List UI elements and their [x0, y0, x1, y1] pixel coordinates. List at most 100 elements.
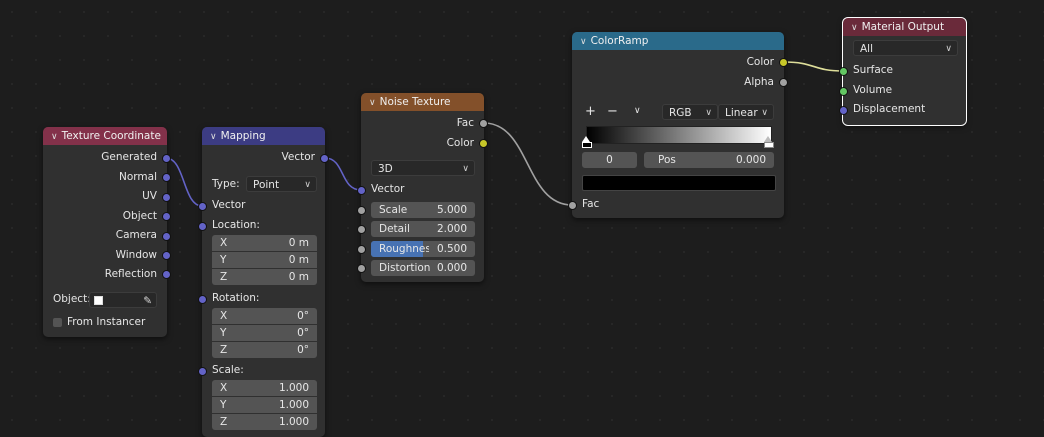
material-output-node[interactable]: ∨ Material Output All ∨ Surface Volume Di…: [839, 17, 967, 126]
detail-field[interactable]: Detail 2.000: [371, 221, 475, 237]
eyedropper-icon[interactable]: ✎: [143, 293, 152, 307]
collapse-chevron-icon[interactable]: ∨: [580, 33, 587, 51]
output-normal: Normal: [119, 171, 157, 183]
color-ramp-node[interactable]: ∨ ColorRamp Color Alpha + − ∨ RGB ∨ Linea…: [568, 32, 788, 218]
link-generated-to-mapping-vector[interactable]: [165, 157, 203, 207]
socket-roughness[interactable]: [357, 245, 366, 254]
type-label: Type:: [212, 178, 240, 190]
socket-ramp-color[interactable]: [779, 58, 788, 67]
chevron-down-icon: ∨: [945, 44, 952, 54]
socket-mapping-vector-in[interactable]: [198, 202, 207, 211]
output-vector: Vector: [281, 151, 315, 163]
noise-texture-header[interactable]: ∨ Noise Texture: [361, 93, 484, 111]
output-fac: Fac: [456, 117, 474, 129]
color-mode-dropdown[interactable]: RGB ∨: [662, 104, 718, 120]
link-mapping-to-noise-vector[interactable]: [324, 157, 362, 191]
output-uv: UV: [142, 190, 157, 202]
node-title: Material Output: [861, 21, 945, 33]
socket-ramp-alpha[interactable]: [779, 78, 788, 87]
collapse-chevron-icon[interactable]: ∨: [369, 94, 376, 112]
distortion-field[interactable]: Distortion 0.000: [371, 260, 475, 276]
output-generated: Generated: [101, 151, 157, 163]
color-ramp-gradient[interactable]: [586, 126, 772, 144]
socket-object[interactable]: [162, 212, 171, 221]
object-label: Object:: [53, 293, 91, 305]
from-instancer-checkbox[interactable]: [53, 318, 62, 327]
displacement-input-label: Displacement: [853, 103, 926, 115]
location-label: Location:: [212, 219, 260, 231]
link-colorramp-color-to-surface[interactable]: [783, 61, 844, 72]
socket-detail[interactable]: [357, 225, 366, 234]
dimension-dropdown[interactable]: 3D ∨: [371, 160, 475, 176]
type-dropdown[interactable]: Point ∨: [246, 176, 317, 192]
scale-z-field[interactable]: Z 1.000: [212, 414, 317, 430]
roughness-slider[interactable]: Roughness0.500: [371, 241, 475, 257]
location-z-field[interactable]: Z0 m: [212, 269, 317, 285]
output-camera: Camera: [115, 229, 157, 241]
active-stop-index-field[interactable]: 0: [582, 152, 637, 168]
noise-texture-node[interactable]: ∨ Noise Texture Fac Color 3D ∨ Vector Sca…: [357, 93, 488, 282]
socket-volume[interactable]: [839, 87, 848, 96]
vector-input-label: Vector: [212, 199, 246, 211]
location-y-field[interactable]: Y0 m: [212, 252, 317, 268]
rotation-z-field[interactable]: Z 0°: [212, 342, 317, 358]
collapse-chevron-icon[interactable]: ∨: [851, 19, 858, 37]
from-instancer-label: From Instancer: [67, 316, 146, 328]
socket-uv[interactable]: [162, 193, 171, 202]
color-ramp-header[interactable]: ∨ ColorRamp: [572, 32, 784, 50]
socket-noise-color[interactable]: [479, 139, 488, 148]
output-object: Object: [122, 210, 157, 222]
socket-noise-vector-in[interactable]: [357, 186, 366, 195]
chevron-down-icon: ∨: [705, 108, 712, 118]
texture-coordinate-node[interactable]: ∨ Texture Coordinate Generated Normal UV …: [43, 127, 171, 337]
socket-ramp-fac-in[interactable]: [568, 201, 577, 210]
rotation-y-field[interactable]: Y 0°: [212, 325, 317, 341]
socket-camera[interactable]: [162, 232, 171, 241]
scale-field[interactable]: Scale 5.000: [371, 202, 475, 218]
material-output-header[interactable]: ∨ Material Output: [843, 18, 966, 36]
scale-y-field[interactable]: Y 1.000: [212, 397, 317, 413]
socket-reflection[interactable]: [162, 270, 171, 279]
output-alpha: Alpha: [744, 76, 774, 88]
location-x-field[interactable]: X0 m: [212, 235, 317, 251]
rotation-label: Rotation:: [212, 292, 260, 304]
socket-mapping-vector-out[interactable]: [320, 154, 329, 163]
texture-coordinate-header[interactable]: ∨ Texture Coordinate: [43, 127, 167, 145]
output-reflection: Reflection: [104, 268, 157, 280]
socket-distortion[interactable]: [357, 264, 366, 273]
socket-displacement[interactable]: [839, 106, 848, 115]
surface-input-label: Surface: [853, 64, 894, 76]
ramp-menu-chevron-icon[interactable]: ∨: [634, 106, 641, 116]
link-noise-fac-to-colorramp-fac[interactable]: [483, 122, 573, 206]
chevron-down-icon: ∨: [761, 108, 768, 118]
collapse-chevron-icon[interactable]: ∨: [210, 128, 217, 146]
add-stop-button[interactable]: +: [585, 104, 596, 119]
vector-input-label: Vector: [371, 183, 405, 195]
remove-stop-button[interactable]: −: [607, 104, 618, 119]
ramp-stop-black-swatch: [582, 142, 592, 148]
socket-surface[interactable]: [839, 67, 848, 76]
rotation-x-field[interactable]: X 0°: [212, 308, 317, 324]
socket-location[interactable]: [198, 222, 207, 231]
chevron-down-icon: ∨: [462, 164, 469, 174]
mapping-node[interactable]: ∨ Mapping Vector Type: Point ∨ Vector Loc…: [198, 127, 329, 437]
interpolation-dropdown[interactable]: Linear ∨: [718, 104, 774, 120]
socket-normal[interactable]: [162, 173, 171, 182]
node-title: ColorRamp: [590, 35, 649, 47]
node-title: Noise Texture: [379, 96, 451, 108]
stop-color-swatch[interactable]: [582, 175, 776, 191]
socket-scale[interactable]: [198, 367, 207, 376]
socket-generated[interactable]: [162, 154, 171, 163]
scale-label: Scale:: [212, 364, 244, 376]
stop-position-field[interactable]: Pos 0.000: [644, 152, 774, 168]
collapse-chevron-icon[interactable]: ∨: [51, 128, 58, 146]
node-title: Texture Coordinate: [61, 130, 161, 142]
object-picker-field[interactable]: ✎: [89, 292, 157, 308]
socket-rotation[interactable]: [198, 295, 207, 304]
socket-window[interactable]: [162, 251, 171, 260]
mapping-header[interactable]: ∨ Mapping: [202, 127, 325, 145]
target-dropdown[interactable]: All ∨: [853, 40, 958, 56]
socket-scale[interactable]: [357, 206, 366, 215]
scale-x-field[interactable]: X 1.000: [212, 380, 317, 396]
socket-noise-fac[interactable]: [479, 119, 488, 128]
